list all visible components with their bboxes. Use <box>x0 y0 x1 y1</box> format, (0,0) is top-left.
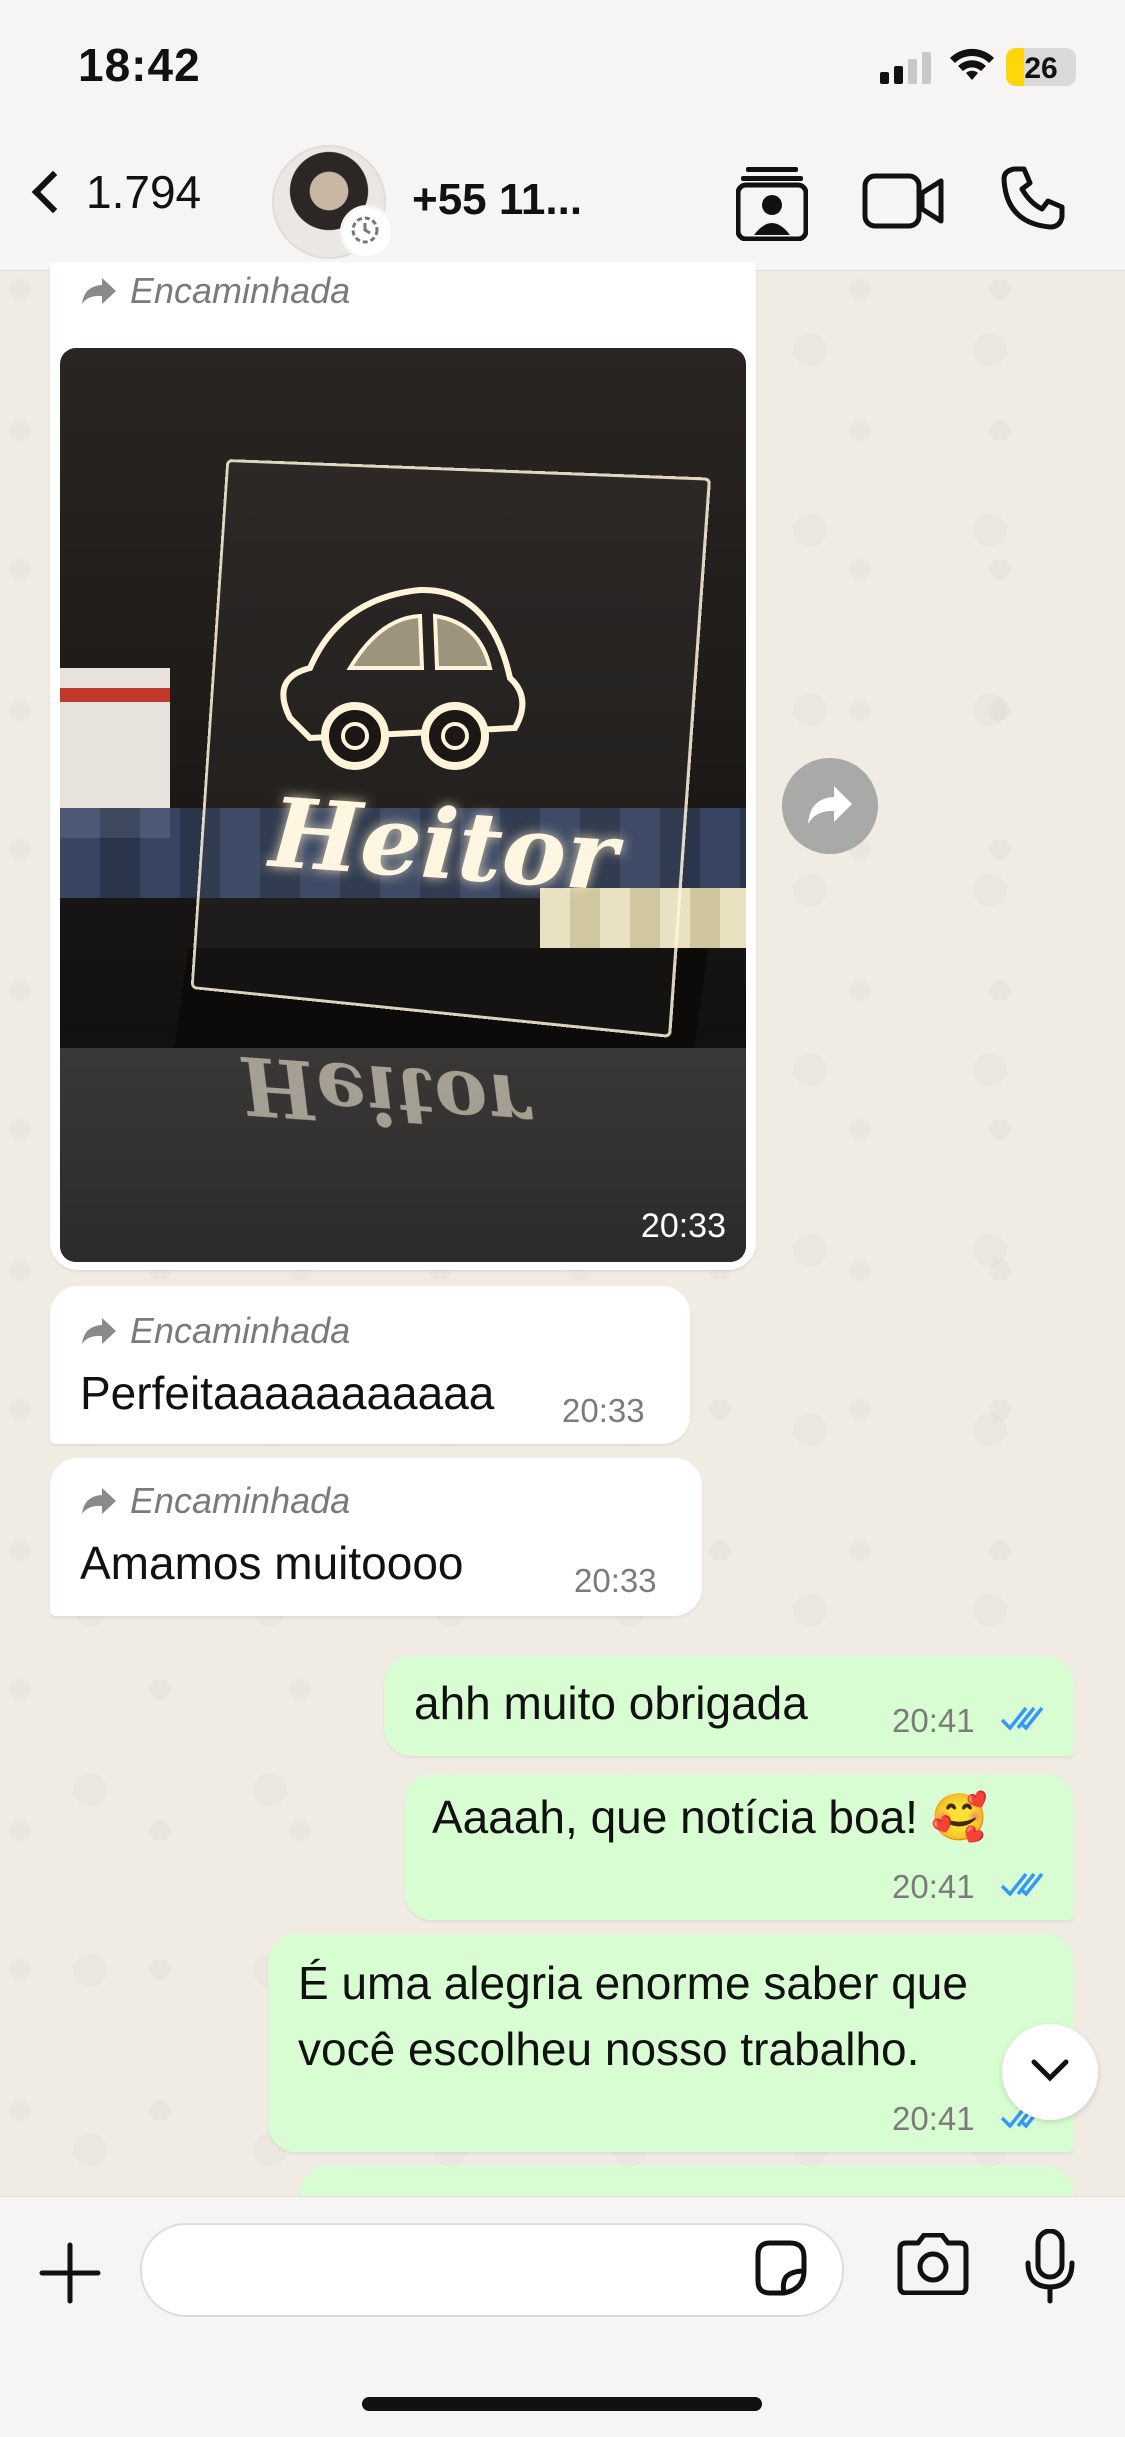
scroll-to-bottom-button[interactable] <box>1002 2024 1098 2120</box>
read-receipt-icon <box>1000 1872 1044 1897</box>
photo-name-text: Heitor <box>266 776 621 913</box>
contact-name[interactable]: +55 11... <box>412 175 582 225</box>
message-text: Perfeitaaaaaaaaaaa <box>80 1367 495 1419</box>
wifi-icon <box>950 48 994 80</box>
message-text-line-1: É uma alegria enorme saber que <box>298 1957 968 2009</box>
battery-level: 26 <box>1024 52 1058 85</box>
message-time: 20:41 <box>892 1702 975 1739</box>
photo-name-reflection: Heitor <box>237 1038 533 1152</box>
mic-icon[interactable] <box>1022 2229 1078 2305</box>
unread-count: 1.794 <box>86 166 202 218</box>
battery-icon: 26 <box>1006 48 1076 86</box>
status-bar: 18:42 26 <box>0 0 1125 135</box>
message-input-bar <box>0 2196 1125 2437</box>
video-call-icon[interactable] <box>862 173 944 229</box>
forward-arrow-icon <box>82 278 116 304</box>
sticker-icon[interactable] <box>750 2237 810 2297</box>
chat-header: 1.794 +55 11... <box>0 135 1125 271</box>
message-text: ahh muito obrigada <box>414 1677 808 1729</box>
chevron-down-icon <box>1031 2059 1069 2082</box>
message-time: 20:33 <box>574 1562 657 1599</box>
back-chevron-icon <box>31 170 75 214</box>
message-text: Amamos muitoooo <box>80 1537 464 1589</box>
message-time: 20:33 <box>640 1207 726 1245</box>
forwarded-label: Encaminhada <box>80 1310 350 1352</box>
message-text-line-2: você escolheu nosso trabalho. <box>298 2023 920 2075</box>
home-indicator <box>362 2397 762 2411</box>
contacts-icon[interactable] <box>736 165 808 241</box>
status-ring-icon <box>340 205 394 259</box>
message-input[interactable] <box>140 2223 844 2317</box>
forward-arrow-icon <box>82 1318 116 1344</box>
camera-icon[interactable] <box>896 2233 970 2295</box>
back-button[interactable]: 1.794 <box>22 165 201 219</box>
status-time: 18:42 <box>78 39 201 91</box>
forward-button[interactable] <box>782 758 878 854</box>
message-time: 20:33 <box>562 1392 645 1429</box>
message-photo[interactable]: Heitor Heitor 20:33 <box>60 348 746 1262</box>
message-text: Aaaah, que notícia boa! 🥰 <box>432 1791 988 1843</box>
phone-icon[interactable] <box>1000 165 1066 231</box>
share-arrow-icon <box>808 786 852 824</box>
forwarded-label: Encaminhada <box>80 270 350 312</box>
plus-icon[interactable] <box>38 2241 102 2305</box>
message-time: 20:41 <box>892 1868 975 1905</box>
forward-arrow-icon <box>82 1488 116 1514</box>
read-receipt-icon <box>1000 1706 1044 1731</box>
car-outline-icon <box>280 586 526 770</box>
message-time: 20:41 <box>892 2100 975 2137</box>
cellular-signal-icon <box>880 52 931 84</box>
forwarded-label: Encaminhada <box>80 1480 350 1522</box>
